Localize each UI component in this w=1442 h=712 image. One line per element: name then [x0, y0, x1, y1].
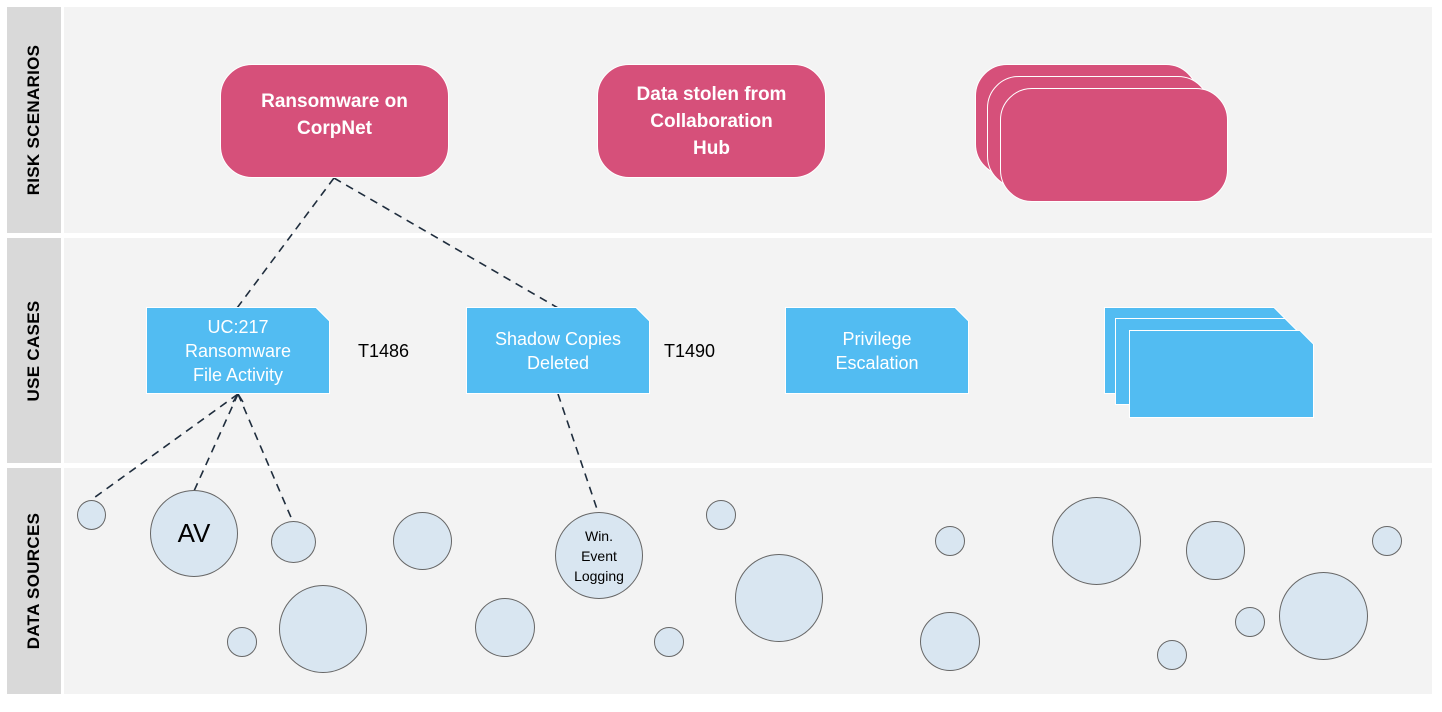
uc-label: Privilege Escalation — [835, 328, 919, 373]
technique-id: T1490 — [664, 341, 716, 361]
ds-8[interactable] — [475, 598, 535, 657]
ds-11[interactable] — [735, 554, 823, 642]
risk-data-stolen-collab-hub[interactable]: Data stolen from Collaboration Hub — [597, 64, 826, 178]
ds-12[interactable] — [935, 526, 965, 556]
uc-shape — [1129, 330, 1314, 418]
risk-label: Data stolen from Collaboration Hub — [636, 83, 787, 159]
ds-9[interactable] — [654, 627, 684, 657]
connector-uc217-to-av — [193, 393, 239, 492]
ds-17[interactable] — [1235, 607, 1265, 637]
ds-16[interactable] — [1186, 521, 1245, 580]
uc-label: Shadow Copies Deleted — [494, 328, 622, 373]
uc-stack-card — [1129, 330, 1314, 418]
arrowhead-icon — [232, 392, 244, 403]
uc-shadow-copies-deleted[interactable]: Shadow Copies Deleted — [466, 307, 650, 394]
connector-uc217-to-ds1 — [90, 393, 239, 501]
uc-label: UC:217 Ransomware File Activity — [184, 316, 292, 385]
ds-7[interactable] — [279, 585, 367, 673]
ds-10[interactable] — [706, 500, 736, 530]
ds-label: AV — [177, 518, 211, 548]
ds-3[interactable] — [271, 521, 316, 563]
ds-19[interactable] — [1372, 526, 1402, 556]
ds-1[interactable] — [77, 500, 106, 530]
connector-risk-to-shadow-copies — [333, 177, 559, 309]
ds-6[interactable] — [227, 627, 257, 657]
risk-label: Ransomware on CorpNet — [261, 91, 408, 139]
uc-ransomware-file-activity[interactable]: UC:217 Ransomware File Activity — [146, 307, 330, 394]
ds-4[interactable] — [393, 512, 452, 570]
ds-av[interactable]: AV — [150, 490, 238, 577]
ds-14[interactable] — [1052, 497, 1141, 585]
uc-privilege-escalation[interactable]: Privilege Escalation — [785, 307, 969, 394]
connector-uc217-to-ds3 — [237, 393, 294, 523]
ds-win-event-logging[interactable]: Win. Event Logging — [555, 512, 643, 599]
connector-shadow-to-win-event — [557, 393, 599, 513]
technique-id: T1486 — [358, 341, 410, 361]
connector-risk-to-uc217 — [236, 177, 335, 309]
risk-stack-card — [1000, 88, 1228, 202]
ds-18[interactable] — [1279, 572, 1368, 660]
ds-label: Win. Event Logging — [574, 527, 624, 584]
ds-13[interactable] — [920, 612, 980, 671]
risk-ransomware-corpnet[interactable]: Ransomware on CorpNet — [220, 64, 449, 178]
ds-15[interactable] — [1157, 640, 1187, 670]
